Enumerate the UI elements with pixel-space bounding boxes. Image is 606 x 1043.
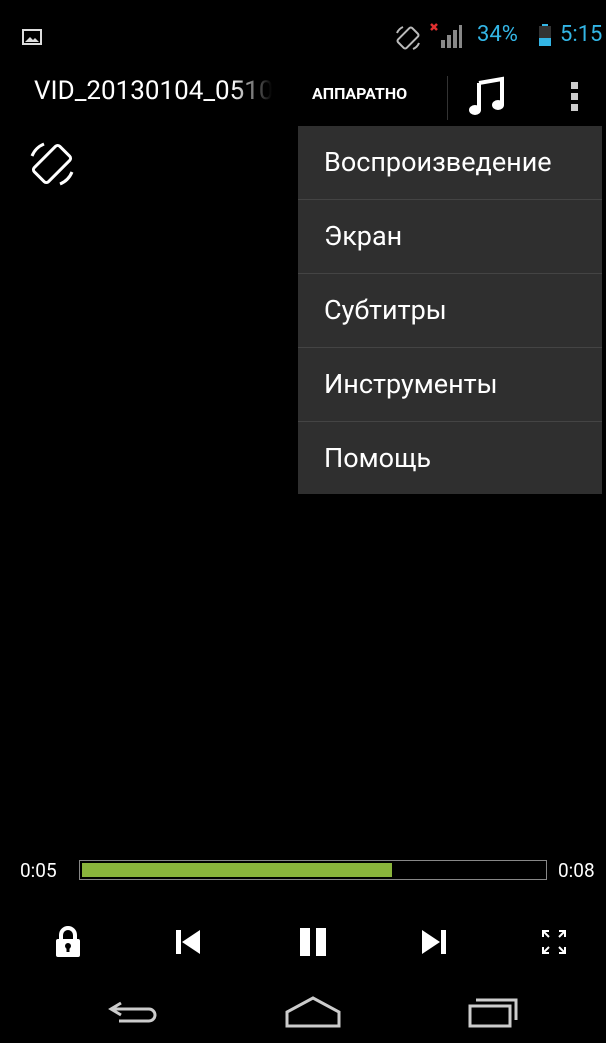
next-button[interactable] [412,920,456,964]
action-bar-divider [447,76,448,120]
total-time: 0:08 [558,859,595,882]
pause-button[interactable] [291,920,335,964]
menu-item-subtitles[interactable]: Субтитры [298,274,602,347]
menu-item-screen[interactable]: Экран [298,200,602,273]
auto-rotate-icon [396,26,420,50]
action-bar: VID_20130104_051058 АППАРАТНО [0,52,606,136]
menu-item-help[interactable]: Помощь [298,422,602,495]
battery-icon [539,24,551,46]
seek-bar-row: 0:05 0:08 [0,855,606,889]
back-button[interactable] [93,986,173,1038]
home-button[interactable] [273,986,353,1038]
menu-item-label: Экран [324,220,403,252]
pause-icon [300,928,326,956]
menu-item-label: Инструменты [324,368,498,400]
music-note-icon[interactable] [466,74,512,120]
clock: 5:15 [560,22,603,47]
menu-item-playback[interactable]: Воспроизведение [298,126,602,199]
seek-bar[interactable] [79,860,547,880]
home-icon [285,996,341,1028]
video-title: VID_20130104_051058 [34,76,272,112]
recent-apps-button[interactable] [452,986,532,1038]
screen-rotation-icon[interactable] [26,138,78,190]
menu-item-tools[interactable]: Инструменты [298,348,602,421]
lock-button[interactable] [46,920,90,964]
lock-icon [56,926,80,957]
previous-icon [176,930,200,954]
status-bar: 34% 5:15 [0,0,606,52]
navigation-bar [0,980,606,1043]
back-icon [108,1001,157,1023]
fullscreen-button[interactable] [532,920,576,964]
menu-item-label: Воспроизведение [324,146,552,178]
menu-item-label: Субтитры [324,294,447,326]
signal-no-data-icon [430,23,462,48]
fullscreen-icon [542,930,566,954]
next-icon [422,930,446,954]
battery-percent: 34% [477,22,518,47]
menu-item-label: Помощь [324,442,432,474]
current-time: 0:05 [20,859,57,882]
hardware-decoding-button[interactable]: АППАРАТНО [312,76,407,112]
gallery-notification-icon [22,29,42,45]
overflow-menu: Воспроизведение Экран Субтитры Инструмен… [298,126,602,494]
playback-controls [0,920,606,964]
seek-progress [82,863,392,877]
previous-button[interactable] [166,920,210,964]
recent-apps-icon [468,998,518,1028]
overflow-menu-icon[interactable] [560,74,590,120]
